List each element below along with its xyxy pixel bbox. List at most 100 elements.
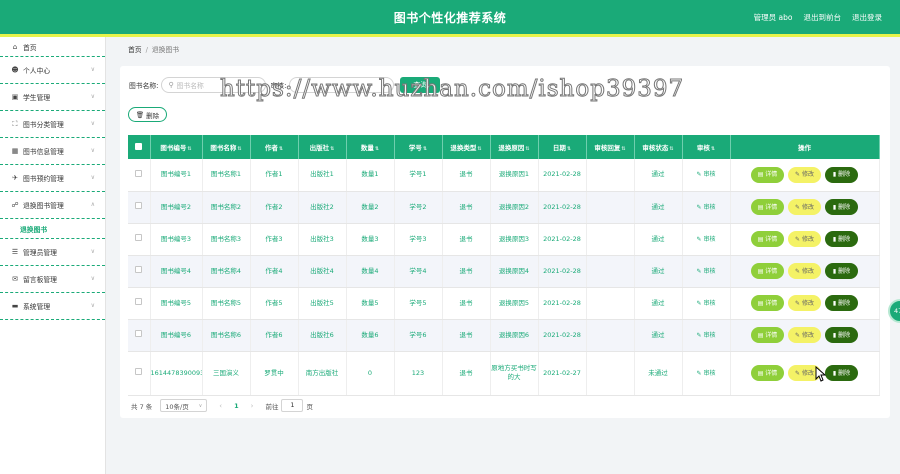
table-cell: 南方出版社 bbox=[298, 351, 347, 396]
row-checkbox[interactable] bbox=[128, 255, 151, 288]
edit-button[interactable]: ✎ 修改 bbox=[788, 166, 821, 183]
row-checkbox[interactable] bbox=[128, 159, 151, 192]
sidebar-item-personal-center[interactable]: ☻ 个人中心 ∨ bbox=[0, 57, 105, 84]
goto-page-input[interactable]: 1 bbox=[281, 399, 304, 412]
admin-user-link[interactable]: 管理员 abo bbox=[754, 12, 793, 23]
review-link[interactable]: ✎ 审核 bbox=[682, 351, 731, 396]
table-cell: 学号4 bbox=[394, 255, 443, 288]
detail-button[interactable]: ▤ 详情 bbox=[751, 199, 784, 215]
row-checkbox[interactable] bbox=[128, 287, 151, 320]
review-link[interactable]: ✎ 审核 bbox=[682, 159, 731, 192]
book-name-search-input[interactable]: ⚲ 图书名称 bbox=[161, 77, 267, 93]
delete-button[interactable]: ▮ 删除 bbox=[825, 295, 858, 311]
student-icon: ▣ bbox=[11, 93, 19, 101]
sidebar-item-system[interactable]: ▬ 系统管理 ∨ bbox=[0, 293, 105, 320]
table-cell: 退换原因3 bbox=[490, 223, 539, 256]
sidebar-subitem-exchange-books[interactable]: 退换图书 bbox=[0, 219, 105, 239]
delete-label: 删除 bbox=[838, 203, 851, 211]
edit-button[interactable]: ✎ 修改 bbox=[788, 231, 821, 247]
sort-icon[interactable]: ⇅ bbox=[375, 146, 379, 152]
row-checkbox[interactable] bbox=[128, 191, 151, 224]
sidebar-item-home[interactable]: ⌂ 首页 bbox=[0, 37, 105, 57]
detail-button[interactable]: ▤ 详情 bbox=[751, 263, 784, 279]
sort-icon[interactable]: ⇅ bbox=[567, 146, 571, 152]
table-cell: 2021-02-28 bbox=[538, 223, 587, 256]
row-checkbox[interactable] bbox=[128, 223, 151, 256]
sort-icon[interactable]: ⇅ bbox=[423, 146, 427, 152]
column-header[interactable]: 数量⇅ bbox=[346, 135, 395, 159]
row-checkbox[interactable] bbox=[128, 351, 151, 396]
table-cell: 123 bbox=[394, 351, 443, 396]
detail-button[interactable]: ▤ 详情 bbox=[751, 295, 784, 311]
sidebar-item-book-reservation[interactable]: ✈ 图书预约管理 ∨ bbox=[0, 165, 105, 192]
logout-link[interactable]: 退出登录 bbox=[852, 12, 882, 23]
detail-button[interactable]: ▤ 详情 bbox=[751, 231, 784, 247]
sort-icon[interactable]: ⇅ bbox=[237, 146, 241, 152]
table-cell: 出版社4 bbox=[298, 255, 347, 288]
sidebar-item-book-info[interactable]: ▦ 图书信息管理 ∨ bbox=[0, 138, 105, 165]
table-cell: 图书编号5 bbox=[150, 287, 203, 320]
row-actions: ▤ 详情 ✎ 修改 ▮ 删除 bbox=[730, 159, 880, 192]
select-all-checkbox[interactable] bbox=[128, 135, 151, 159]
column-header[interactable]: 出版社⇅ bbox=[298, 135, 347, 159]
column-header[interactable]: 退换类型⇅ bbox=[442, 135, 491, 159]
column-header[interactable]: 退换原因⇅ bbox=[490, 135, 539, 159]
column-header: 操作 bbox=[730, 135, 880, 159]
sort-icon[interactable]: ⇅ bbox=[669, 146, 673, 152]
batch-delete-button[interactable]: 🗑 删除 bbox=[128, 107, 167, 122]
delete-button[interactable]: ▮ 删除 bbox=[825, 365, 858, 381]
sort-icon[interactable]: ⇅ bbox=[279, 146, 283, 152]
delete-button[interactable]: ▮ 删除 bbox=[825, 166, 858, 183]
delete-button[interactable]: ▮ 删除 bbox=[825, 263, 858, 279]
detail-button[interactable]: ▤ 详情 bbox=[751, 166, 784, 183]
current-page-number[interactable]: 1 bbox=[234, 402, 239, 410]
edit-button[interactable]: ✎ 修改 bbox=[788, 327, 821, 343]
edit-button[interactable]: ✎ 修改 bbox=[788, 263, 821, 279]
column-header[interactable]: 审核⇅ bbox=[682, 135, 731, 159]
row-checkbox[interactable] bbox=[128, 319, 151, 352]
sidebar-item-admins[interactable]: ☰ 管理员管理 ∨ bbox=[0, 239, 105, 266]
review-link[interactable]: ✎ 审核 bbox=[682, 287, 731, 320]
breadcrumb-home[interactable]: 首页 bbox=[128, 46, 142, 54]
sort-icon[interactable]: ⇅ bbox=[477, 146, 481, 152]
sidebar-item-message-board[interactable]: ✉ 留言板管理 ∨ bbox=[0, 266, 105, 293]
table-cell bbox=[586, 159, 635, 192]
review-link[interactable]: ✎ 审核 bbox=[682, 191, 731, 224]
column-header[interactable]: 日期⇅ bbox=[538, 135, 587, 159]
review-link[interactable]: ✎ 审核 bbox=[682, 223, 731, 256]
review-link[interactable]: ✎ 审核 bbox=[682, 255, 731, 288]
front-desk-link[interactable]: 退出到前台 bbox=[804, 12, 842, 23]
column-header[interactable]: 作者⇅ bbox=[250, 135, 299, 159]
column-header[interactable]: 审核回复⇅ bbox=[586, 135, 635, 159]
sort-icon[interactable]: ⇅ bbox=[187, 146, 191, 152]
delete-button[interactable]: ▮ 删除 bbox=[825, 199, 858, 215]
sidebar-item-students[interactable]: ▣ 学生管理 ∨ bbox=[0, 84, 105, 111]
detail-button[interactable]: ▤ 详情 bbox=[751, 365, 784, 381]
next-page-button[interactable]: › bbox=[251, 402, 254, 410]
page-size-select[interactable]: 10条/页 ∨ bbox=[160, 399, 208, 412]
row-actions: ▤ 详情 ✎ 修改 ▮ 删除 bbox=[730, 255, 880, 288]
column-header[interactable]: 图书编号⇅ bbox=[150, 135, 203, 159]
sort-icon[interactable]: ⇅ bbox=[711, 146, 715, 152]
system-icon: ▬ bbox=[11, 302, 19, 310]
sidebar-item-book-categories[interactable]: ⛶ 图书分类管理 ∨ bbox=[0, 111, 105, 138]
sort-icon[interactable]: ⇅ bbox=[525, 146, 529, 152]
sidebar-item-book-exchange[interactable]: ☍ 退换图书管理 ∧ bbox=[0, 192, 105, 219]
column-header[interactable]: 审核状态⇅ bbox=[634, 135, 683, 159]
category-icon: ⛶ bbox=[12, 119, 18, 128]
edit-button[interactable]: ✎ 修改 bbox=[788, 295, 821, 311]
delete-button[interactable]: ▮ 删除 bbox=[825, 231, 858, 247]
edit-button[interactable]: ✎ 修改 bbox=[788, 199, 821, 215]
sort-icon[interactable]: ⇅ bbox=[330, 146, 334, 152]
column-header[interactable]: 学号⇅ bbox=[394, 135, 443, 159]
query-button[interactable]: 查询 bbox=[400, 77, 441, 93]
sort-icon[interactable]: ⇅ bbox=[621, 146, 625, 152]
review-link[interactable]: ✎ 审核 bbox=[682, 319, 731, 352]
column-header[interactable]: 图书名称⇅ bbox=[202, 135, 251, 159]
prev-page-button[interactable]: ‹ bbox=[219, 402, 222, 410]
delete-button[interactable]: ▮ 删除 bbox=[825, 327, 858, 343]
detail-button[interactable]: ▤ 详情 bbox=[751, 327, 784, 343]
table-cell: 学号5 bbox=[394, 287, 443, 320]
table-cell: 退书 bbox=[442, 255, 491, 288]
review-filter-input[interactable] bbox=[289, 77, 395, 93]
